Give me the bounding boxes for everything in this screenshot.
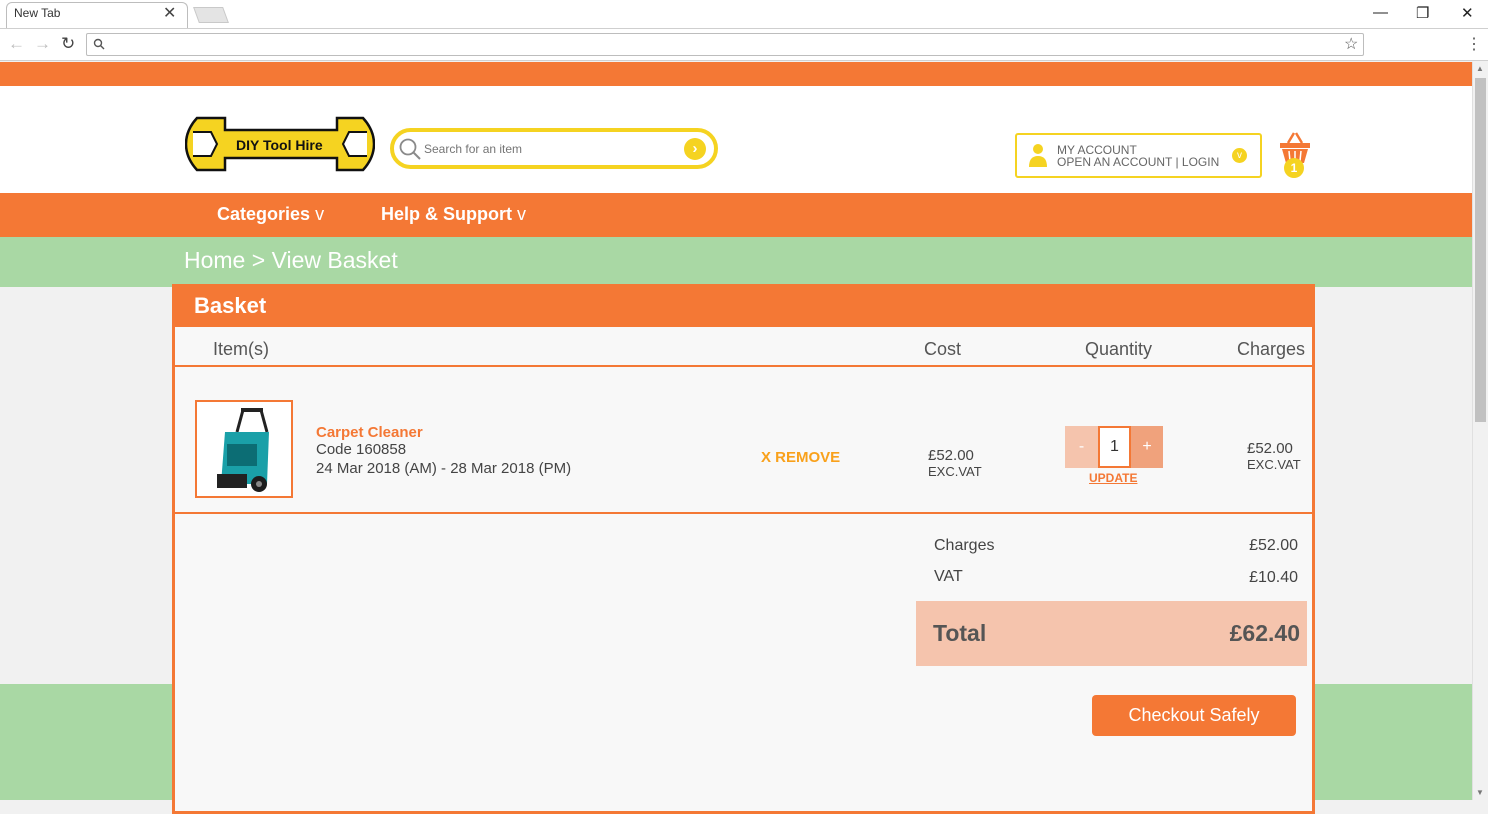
item-cost-vat-note: EXC.VAT <box>928 464 982 479</box>
omnibox-search-icon <box>93 38 105 50</box>
row-divider <box>175 512 1312 514</box>
total-label: Total <box>933 620 987 646</box>
minimize-icon[interactable]: — <box>1373 4 1388 21</box>
chevron-down-icon: v <box>517 204 527 224</box>
nav-categories-label: Categories <box>217 204 311 224</box>
quantity-increment-button[interactable]: + <box>1131 426 1163 468</box>
account-chevron-icon[interactable]: v <box>1232 148 1247 163</box>
bookmark-star-icon[interactable]: ☆ <box>1344 34 1358 54</box>
update-quantity-link[interactable]: UPDATE <box>1089 471 1137 485</box>
back-icon[interactable]: ← <box>8 34 25 54</box>
col-items: Item(s) <box>213 339 269 359</box>
nav-categories[interactable]: Categories v <box>217 204 324 225</box>
checkout-button[interactable]: Checkout Safely <box>1092 695 1296 736</box>
summary-charges-label: Charges <box>934 537 995 554</box>
summary-vat-value: £10.40 <box>1249 569 1298 586</box>
logo-text: DIY Tool Hire <box>236 137 323 153</box>
search-input[interactable] <box>424 140 674 158</box>
scrollbar-thumb[interactable] <box>1475 78 1486 422</box>
tab-title: New Tab <box>14 6 61 20</box>
open-account-login-link[interactable]: OPEN AN ACCOUNT | LOGIN <box>1057 155 1219 169</box>
top-strip <box>0 62 1472 86</box>
item-cost: £52.00 <box>928 447 974 464</box>
search-icon <box>399 138 421 160</box>
quantity-decrement-button[interactable]: - <box>1065 426 1098 468</box>
nav-help-label: Help & Support <box>381 204 512 224</box>
new-tab-button[interactable] <box>193 7 229 23</box>
col-cost: Cost <box>924 339 962 359</box>
quantity-input[interactable] <box>1098 426 1131 468</box>
user-icon <box>1029 144 1047 167</box>
item-charges: £52.00 <box>1247 440 1293 457</box>
item-name-link[interactable]: Carpet Cleaner <box>316 424 423 441</box>
scroll-up-icon[interactable]: ▲ <box>1476 64 1484 73</box>
col-quantity: Quantity <box>1085 339 1153 359</box>
search-submit-icon[interactable]: › <box>684 138 706 160</box>
scroll-down-icon[interactable]: ▼ <box>1476 788 1484 797</box>
browser-menu-icon[interactable]: ⋮ <box>1466 34 1482 54</box>
url-input[interactable] <box>110 36 1334 55</box>
tab-close-icon[interactable]: ✕ <box>163 3 176 23</box>
basket-header <box>175 287 1312 327</box>
item-dates: 24 Mar 2018 (AM) - 28 Mar 2018 (PM) <box>316 460 572 477</box>
item-code: Code 160858 <box>316 441 407 458</box>
header-divider <box>175 365 1312 367</box>
basket-title: Basket <box>194 293 267 318</box>
restore-icon[interactable]: ❐ <box>1416 4 1429 22</box>
nav-help-support[interactable]: Help & Support v <box>381 204 526 225</box>
reload-icon[interactable]: ↻ <box>61 34 75 54</box>
total-value: £62.40 <box>1229 620 1300 646</box>
summary-vat-label: VAT <box>934 568 963 585</box>
item-thumbnail[interactable] <box>195 400 293 498</box>
breadcrumb[interactable]: Home > View Basket <box>184 247 398 274</box>
item-charges-vat-note: EXC.VAT <box>1247 457 1301 472</box>
remove-item-button[interactable]: X REMOVE <box>761 449 840 466</box>
cart-count-badge: 1 <box>1284 158 1304 178</box>
forward-icon[interactable]: → <box>34 34 51 54</box>
col-charges: Charges <box>1237 339 1306 359</box>
carpet-cleaner-image <box>217 408 269 492</box>
chevron-down-icon: v <box>315 204 325 224</box>
summary-charges-value: £52.00 <box>1249 537 1298 554</box>
window-close-icon[interactable]: ✕ <box>1461 4 1474 22</box>
